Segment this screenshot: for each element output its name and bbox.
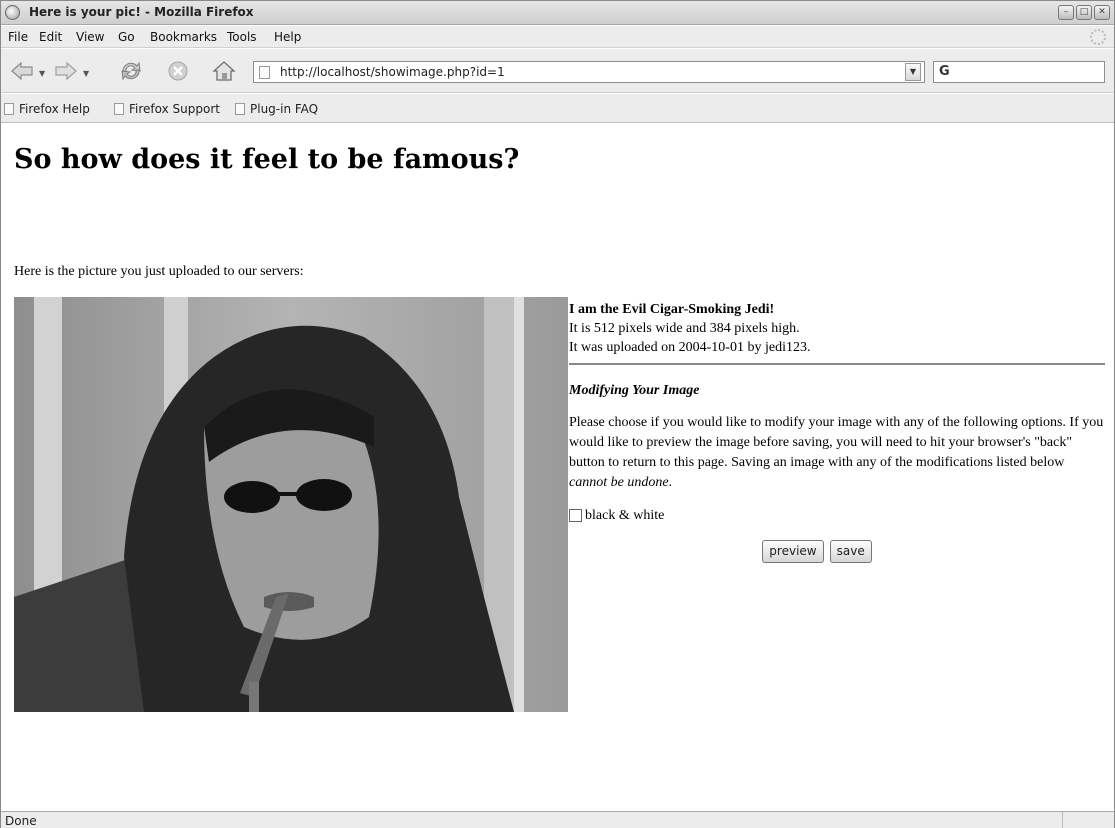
page-content: So how does it feel to be famous? Here i… [1, 124, 1114, 811]
page-heading: So how does it feel to be famous? [14, 144, 520, 175]
throbber-icon [1090, 29, 1106, 45]
search-engine-icon[interactable]: G [939, 64, 950, 79]
action-buttons: preview save [569, 540, 1105, 563]
preview-button[interactable]: preview [762, 540, 824, 563]
upload-info: It was uploaded on 2004-10-01 by jedi123… [569, 340, 811, 355]
black-white-label[interactable]: black & white [585, 506, 664, 525]
back-arrow-icon[interactable] [9, 58, 35, 84]
bookmark-page-icon [235, 103, 245, 115]
menu-bookmarks[interactable]: Bookmarks [150, 30, 217, 44]
home-icon[interactable] [209, 58, 239, 84]
status-bar: Done [1, 811, 1114, 828]
menu-file[interactable]: File [8, 30, 28, 44]
intro-text: Here is the picture you just uploaded to… [14, 264, 304, 279]
uploaded-photo [14, 297, 568, 712]
bookmark-firefox-support[interactable]: Firefox Support [114, 102, 220, 116]
option-black-white[interactable]: black & white [569, 506, 1105, 525]
divider [569, 363, 1105, 365]
image-caption: I am the Evil Cigar-Smoking Jedi! [569, 302, 775, 317]
instructions-emphasis: cannot be undone [569, 475, 669, 490]
bookmark-page-icon [114, 103, 124, 115]
section-title: Modifying Your Image [569, 383, 700, 398]
status-text: Done [5, 814, 37, 828]
status-panel [1062, 812, 1114, 828]
instructions-body: Please choose if you would like to modif… [569, 415, 1104, 470]
menu-tools[interactable]: Tools [227, 30, 257, 44]
search-box[interactable]: G [933, 61, 1105, 83]
bookmark-plugin-faq[interactable]: Plug-in FAQ [235, 102, 318, 116]
menu-go[interactable]: Go [118, 30, 135, 44]
firefox-app-icon[interactable] [5, 5, 20, 20]
stop-icon[interactable] [164, 58, 192, 84]
title-bar: Here is your pic! - Mozilla Firefox – □ … [1, 1, 1114, 25]
window-controls: – □ ✕ [1058, 5, 1110, 20]
address-bar[interactable]: http://localhost/showimage.php?id=1 [253, 61, 925, 83]
minimize-button[interactable]: – [1058, 5, 1074, 20]
save-button[interactable]: save [829, 540, 872, 563]
menu-bar: File Edit View Go Bookmarks Tools Help [1, 26, 1114, 48]
forward-arrow-icon[interactable] [53, 58, 79, 84]
image-dimensions: It is 512 pixels wide and 384 pixels hig… [569, 321, 800, 336]
bookmark-label: Plug-in FAQ [250, 102, 319, 116]
menu-help[interactable]: Help [274, 30, 301, 44]
bookmarks-toolbar: Firefox Help Firefox Support Plug-in FAQ [1, 94, 1114, 123]
instructions-end: . [668, 475, 673, 490]
reload-icon[interactable] [116, 58, 146, 84]
page-icon [259, 66, 270, 79]
menu-edit[interactable]: Edit [39, 30, 62, 44]
back-history-dropdown-icon[interactable]: ▼ [39, 69, 45, 78]
instructions-text: Please choose if you would like to modif… [569, 413, 1105, 493]
image-info-panel: I am the Evil Cigar-Smoking Jedi! It is … [569, 300, 1105, 563]
navigation-toolbar: ▼ ▼ http://localhost/showimage.php?id=1 … [1, 49, 1114, 93]
bookmark-label: Firefox Support [129, 102, 220, 116]
address-dropdown-icon[interactable]: ▼ [905, 63, 921, 81]
bookmark-label: Firefox Help [19, 102, 90, 116]
bookmark-page-icon [4, 103, 14, 115]
menu-view[interactable]: View [76, 30, 104, 44]
maximize-button[interactable]: □ [1076, 5, 1092, 20]
black-white-checkbox[interactable] [569, 509, 582, 522]
bookmark-firefox-help[interactable]: Firefox Help [4, 102, 90, 116]
address-bar-url[interactable]: http://localhost/showimage.php?id=1 [280, 65, 505, 79]
browser-window: Here is your pic! - Mozilla Firefox – □ … [0, 0, 1115, 828]
close-button[interactable]: ✕ [1094, 5, 1110, 20]
forward-history-dropdown-icon[interactable]: ▼ [83, 69, 89, 78]
window-title: Here is your pic! - Mozilla Firefox [29, 5, 254, 19]
